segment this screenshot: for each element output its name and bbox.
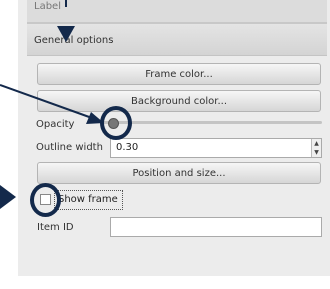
annotation-arrow-head-left [0,185,16,209]
annotation-arrow-line-middle [0,84,93,119]
annotation-arrow-head-middle [86,112,104,124]
annotation-arrow-head-top [57,26,75,42]
annotation-arrows [0,0,104,209]
